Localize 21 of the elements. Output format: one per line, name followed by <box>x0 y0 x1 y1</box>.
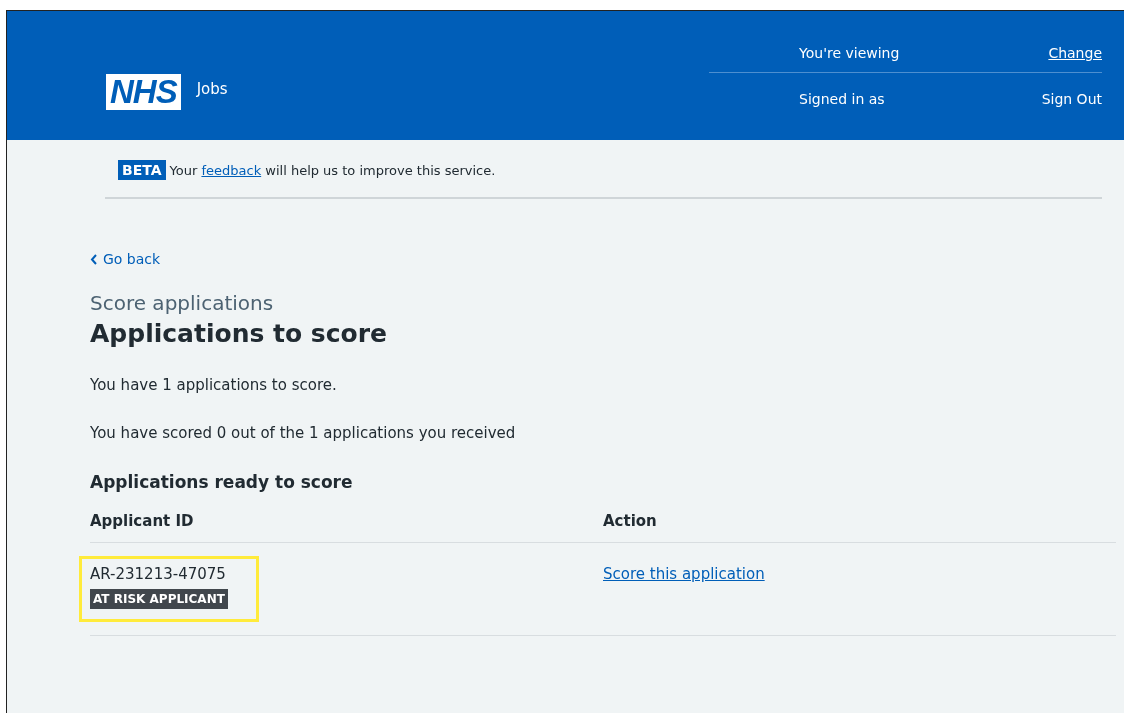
page-title: Applications to score <box>90 318 389 348</box>
account-link[interactable]: Sign Out <box>1041 91 1102 107</box>
back-link[interactable]: Go back <box>90 251 161 267</box>
account-label: Signed in as <box>799 91 885 107</box>
status-tag: AT RISK APPLICANT <box>90 588 228 609</box>
score-link[interactable]: Score this application <box>603 564 765 583</box>
column-header: Action <box>603 505 1116 542</box>
page-caption: Score applications <box>90 290 275 315</box>
body-text: You have scored 0 out of the 1 applications you received <box>90 423 517 442</box>
phase-text: Your feedback will help us to improve this service. <box>169 162 496 178</box>
table-title: Applications ready to score <box>90 471 354 492</box>
account-label: You're viewing <box>799 45 900 61</box>
column-header: Applicant ID <box>90 505 603 542</box>
nhs-logo[interactable]: NHS <box>106 74 181 110</box>
beta-tag: BETA <box>118 160 166 180</box>
body-text: You have 1 applications to score. <box>90 375 338 394</box>
applicant-id: AR-231213-47075 <box>90 564 226 583</box>
chevron-left-icon <box>90 253 97 265</box>
service-name: Jobs <box>196 80 228 98</box>
account-link[interactable]: Change <box>1048 45 1102 61</box>
feedback-link[interactable]: feedback <box>201 162 262 178</box>
